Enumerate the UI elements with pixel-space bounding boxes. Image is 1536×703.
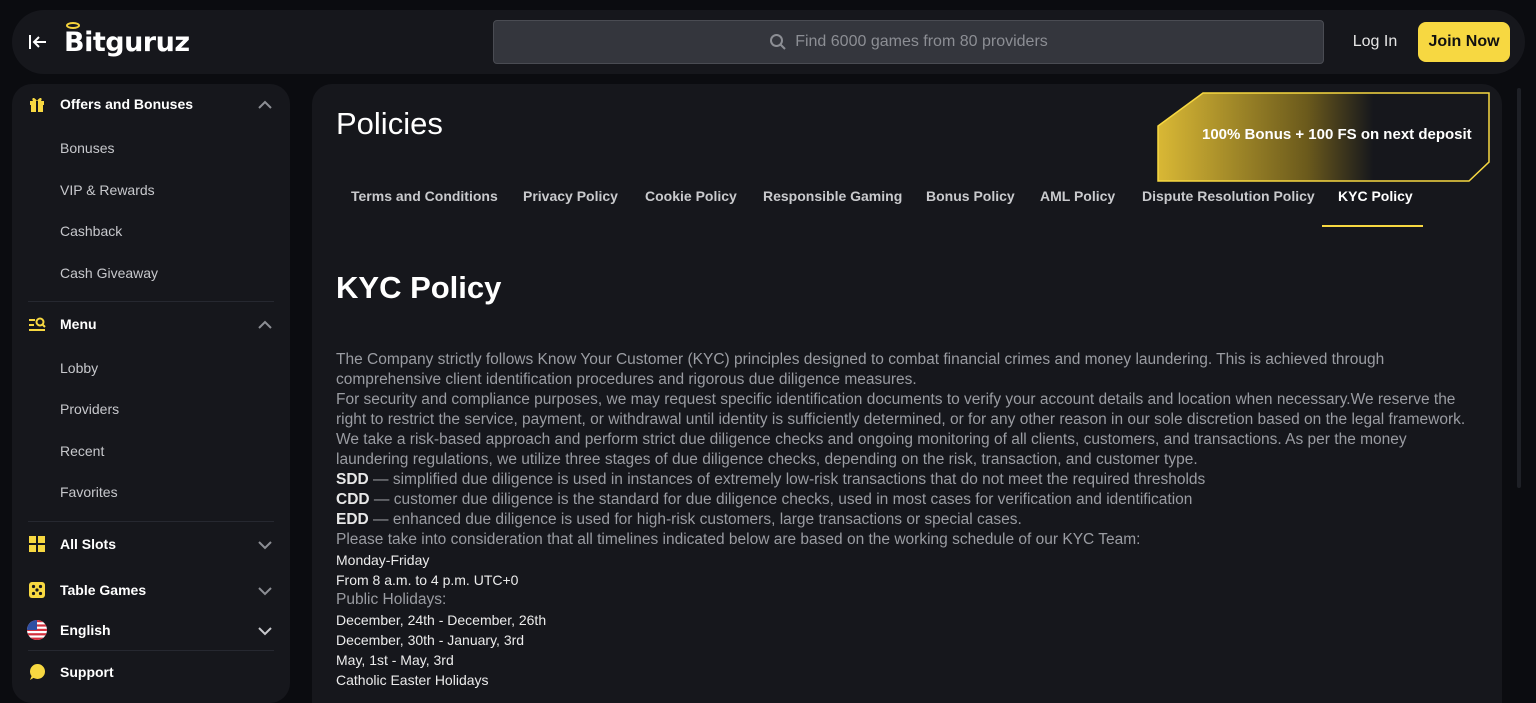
paragraph-kyc-intro: The Company strictly follows Know Your C…: [336, 351, 1385, 388]
sidebar-divider: [28, 521, 274, 522]
chevron-up-icon: [256, 96, 274, 114]
offers-label: Offers and Bonuses: [60, 96, 194, 112]
holidays-label: Public Holidays:: [336, 591, 447, 608]
page-title: Policies: [336, 106, 443, 141]
login-button[interactable]: Log In: [1346, 22, 1404, 62]
sdd-term: SDD: [336, 471, 369, 488]
policy-content: The Company strictly follows Know Your C…: [336, 350, 1466, 690]
sidebar-item-providers[interactable]: Providers: [60, 397, 119, 421]
edd-text: — enhanced due diligence is used for hig…: [368, 511, 1022, 528]
menu-label: Menu: [60, 316, 97, 332]
edd-line: EDD — enhanced due diligence is used for…: [336, 510, 1466, 530]
edd-term: EDD: [336, 511, 369, 528]
sidebar-section-all-slots[interactable]: All Slots: [12, 524, 290, 564]
table-games-label: Table Games: [60, 582, 147, 598]
gift-icon: [28, 95, 46, 113]
cdd-term: CDD: [336, 491, 370, 508]
tab-cookie-policy[interactable]: Cookie Policy: [645, 180, 737, 228]
chevron-down-icon: [256, 582, 274, 600]
sidebar-item-bonuses[interactable]: Bonuses: [60, 136, 114, 160]
sidebar: Offers and Bonuses Bonuses VIP & Rewards…: [12, 84, 290, 703]
chevron-down-icon: [256, 536, 274, 554]
language-label: English: [60, 622, 111, 638]
collapse-sidebar-icon[interactable]: [26, 30, 50, 54]
tab-terms-and-conditions[interactable]: Terms and Conditions: [351, 180, 498, 228]
holiday-item: Catholic Easter Holidays: [336, 672, 489, 688]
brand-logo[interactable]: Bitguruz: [64, 22, 190, 62]
sidebar-section-support[interactable]: Support: [12, 652, 290, 692]
sidebar-section-table-games[interactable]: Table Games: [12, 570, 290, 610]
document-title: KYC Policy: [336, 270, 502, 305]
search-icon: [769, 33, 787, 51]
holiday-item: December, 24th - December, 26th: [336, 612, 547, 628]
sdd-text: — simplified due diligence is used in in…: [368, 471, 1206, 488]
holiday-item: December, 30th - January, 3rd: [336, 632, 525, 648]
top-header: Bitguruz Find 6000 games from 80 provide…: [12, 10, 1525, 74]
sidebar-divider: [28, 301, 274, 302]
promo-text[interactable]: 100% Bonus + 100 FS on next deposit: [1202, 126, 1472, 143]
holiday-item: May, 1st - May, 3rd: [336, 652, 454, 668]
sidebar-item-lobby[interactable]: Lobby: [60, 356, 98, 380]
main-panel: Policies 100% Bonus + 100 FS on next dep…: [312, 84, 1502, 703]
tab-kyc-policy[interactable]: KYC Policy: [1338, 180, 1413, 228]
search-input[interactable]: Find 6000 games from 80 providers: [493, 20, 1324, 64]
chevron-up-icon: [256, 316, 274, 334]
tab-responsible-gaming[interactable]: Responsible Gaming: [763, 180, 902, 228]
sidebar-item-favorites[interactable]: Favorites: [60, 480, 118, 504]
brand-name: Bitguruz: [64, 26, 190, 58]
sidebar-section-menu[interactable]: Menu: [12, 304, 290, 344]
sdd-line: SDD — simplified due diligence is used i…: [336, 470, 1466, 490]
active-tab-indicator: [1322, 225, 1423, 227]
all-slots-label: All Slots: [60, 536, 117, 552]
sidebar-item-cashback[interactable]: Cashback: [60, 219, 122, 243]
paragraph-risk-based: We take a risk-based approach and perfor…: [336, 431, 1407, 468]
tab-privacy-policy[interactable]: Privacy Policy: [523, 180, 618, 228]
menu-search-icon: [28, 315, 46, 333]
tab-dispute-resolution-policy[interactable]: Dispute Resolution Policy: [1142, 180, 1315, 228]
tab-bonus-policy[interactable]: Bonus Policy: [926, 180, 1015, 228]
sidebar-item-vip-rewards[interactable]: VIP & Rewards: [60, 178, 155, 202]
schedule-hours: From 8 a.m. to 4 p.m. UTC+0: [336, 572, 519, 588]
sidebar-section-offers[interactable]: Offers and Bonuses: [12, 84, 290, 124]
halo-icon: [66, 22, 80, 29]
sidebar-item-cash-giveaway[interactable]: Cash Giveaway: [60, 261, 158, 285]
cdd-line: CDD — customer due diligence is the stan…: [336, 490, 1466, 510]
chat-bubble-icon: [28, 663, 46, 681]
paragraph-timelines: Please take into consideration that all …: [336, 531, 1141, 548]
dice-icon: [28, 581, 46, 599]
join-now-button[interactable]: Join Now: [1418, 22, 1510, 62]
sidebar-item-recent[interactable]: Recent: [60, 439, 104, 463]
schedule-days: Monday-Friday: [336, 552, 430, 568]
slots-grid-icon: [28, 535, 46, 553]
search-placeholder: Find 6000 games from 80 providers: [795, 33, 1048, 50]
us-flag-icon: [27, 620, 47, 640]
tab-aml-policy[interactable]: AML Policy: [1040, 180, 1115, 228]
page-scrollbar[interactable]: [1517, 88, 1521, 488]
chevron-down-icon: [256, 622, 274, 640]
support-label: Support: [60, 664, 114, 680]
language-selector[interactable]: English: [12, 610, 290, 650]
paragraph-security: For security and compliance purposes, we…: [336, 391, 1466, 428]
sidebar-divider: [28, 650, 274, 651]
cdd-text: — customer due diligence is the standard…: [369, 491, 1193, 508]
